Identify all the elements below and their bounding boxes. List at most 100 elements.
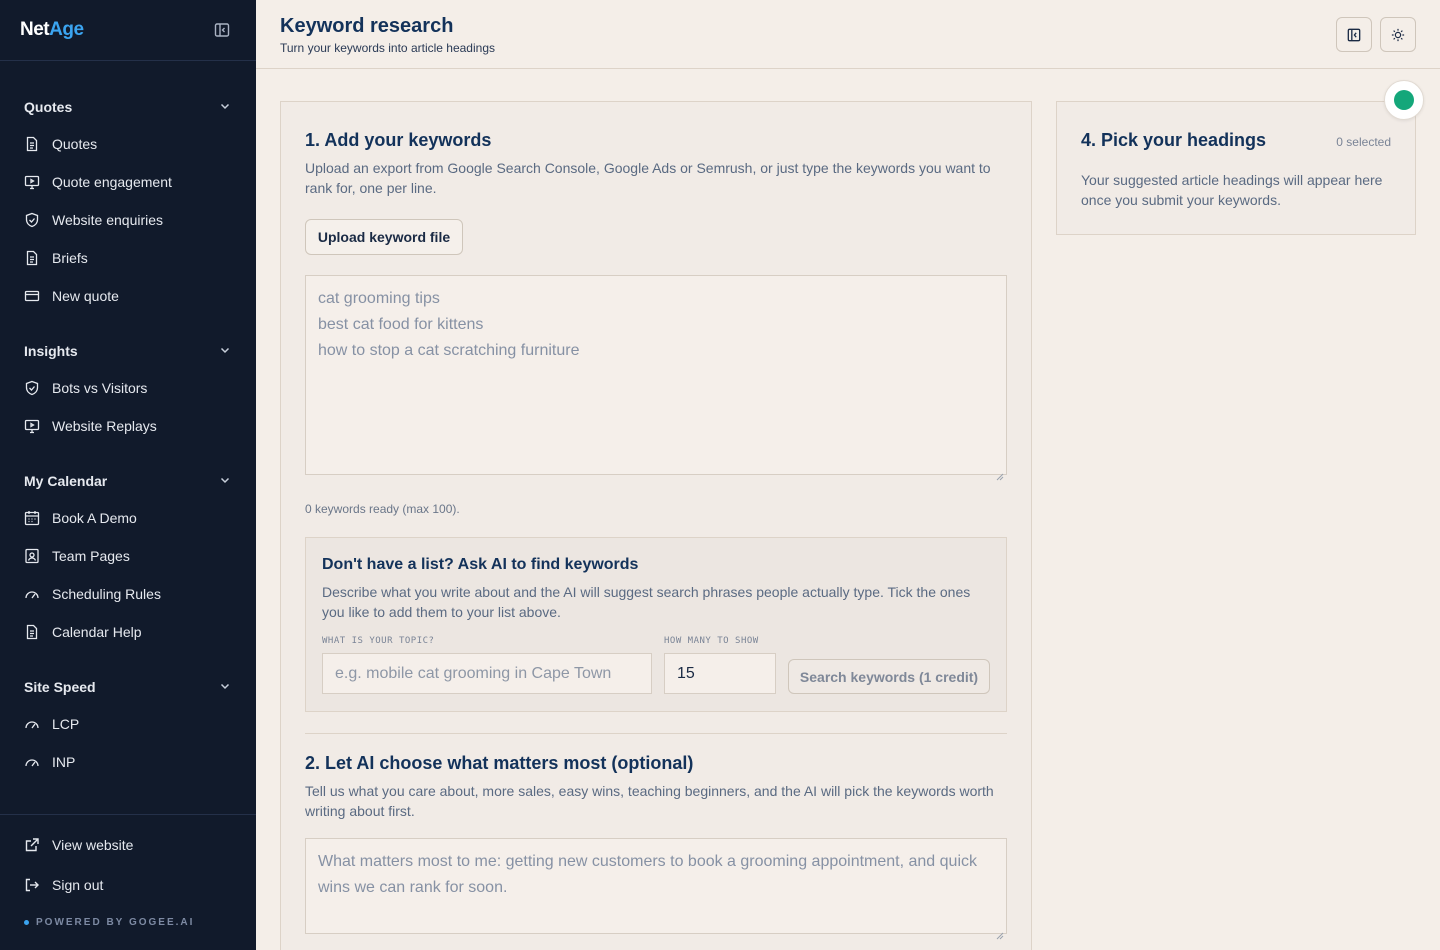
- sidebar-section-site-speed: Site Speed LCP INP: [0, 669, 256, 781]
- step2-description: Tell us what you care about, more sales,…: [305, 783, 994, 819]
- sidebar-item-lcp[interactable]: LCP: [0, 705, 256, 743]
- brand-logo-part1: Net: [20, 19, 50, 40]
- topic-input[interactable]: e.g. mobile cat grooming in Cape Town: [322, 653, 652, 694]
- sidebar-item-briefs[interactable]: Briefs: [0, 239, 256, 277]
- sidebar-section-header[interactable]: Quotes: [0, 89, 256, 125]
- sign-out-label: Sign out: [52, 877, 104, 893]
- headings-empty-text: Your suggested article headings will app…: [1081, 172, 1383, 208]
- sidebar-section-title: My Calendar: [24, 473, 108, 489]
- count-input[interactable]: 15: [664, 653, 776, 694]
- view-website-label: View website: [52, 837, 134, 853]
- keyword-count: 0 keywords ready (max 100).: [305, 502, 460, 516]
- brand-logo[interactable]: NetAge: [20, 19, 84, 41]
- sidebar-item-website-enquiries[interactable]: Website enquiries: [0, 201, 256, 239]
- chevron-down-icon: [218, 99, 232, 116]
- sidebar-nav: Quotes Quotes Quote engagement Website enqu…: [0, 61, 256, 781]
- sidebar-item-quote-engagement[interactable]: Quote engagement: [0, 163, 256, 201]
- sidebar-item-scheduling-rules[interactable]: Scheduling Rules: [0, 575, 256, 613]
- search-keywords-button[interactable]: Search keywords (1 credit): [788, 659, 990, 694]
- sidebar-item-label: Website Replays: [52, 418, 157, 434]
- topic-label: WHAT IS YOUR TOPIC?: [322, 636, 435, 646]
- gauge-icon: [24, 754, 40, 770]
- sidebar-item-label: New quote: [52, 288, 119, 304]
- panel-toggle-icon: [1347, 28, 1361, 41]
- sidebar-section-header[interactable]: Site Speed: [0, 669, 256, 705]
- sidebar-section-title: Insights: [24, 343, 78, 359]
- gauge-icon: [24, 716, 40, 732]
- keywords-textarea[interactable]: cat grooming tips best cat food for kitt…: [305, 275, 1007, 481]
- sign-out-link[interactable]: Sign out: [0, 865, 256, 905]
- brand-bar: NetAge: [0, 0, 256, 61]
- monitor-icon: [24, 174, 40, 190]
- keyword-input-card: 1. Add your keywords Upload an export fr…: [280, 101, 1032, 950]
- status-dot-icon: [1394, 90, 1414, 110]
- calendar-icon: [24, 510, 40, 526]
- page-subtitle: Turn your keywords into article headings: [280, 41, 495, 55]
- sign-out-icon: [25, 878, 39, 892]
- powered-by-label: POWERED BY GOGEE.AI: [36, 917, 195, 928]
- sidebar-section-header[interactable]: Insights: [0, 333, 256, 369]
- user-card-icon: [24, 548, 40, 564]
- theme-toggle-button[interactable]: [1380, 17, 1416, 52]
- headings-card: 4. Pick your headings 0 selected Your su…: [1056, 101, 1416, 235]
- priorities-textarea[interactable]: What matters most to me: getting new cus…: [305, 838, 1007, 940]
- ai-finder-title: Don't have a list? Ask AI to find keywor…: [322, 556, 639, 573]
- chevron-down-icon: [218, 473, 232, 490]
- step1-description: Upload an export from Google Search Cons…: [305, 160, 991, 196]
- sun-icon: [1391, 28, 1405, 41]
- step2-title: 2. Let AI choose what matters most (opti…: [305, 753, 694, 773]
- sidebar-item-label: Quote engagement: [52, 174, 172, 190]
- brand-logo-part2: Age: [49, 19, 84, 40]
- upload-keyword-file-button[interactable]: Upload keyword file: [305, 219, 463, 255]
- page-title: Keyword research: [280, 15, 454, 37]
- sidebar-item-book-a-demo[interactable]: Book A Demo: [0, 499, 256, 537]
- shield-icon: [24, 380, 40, 396]
- sidebar-item-label: Scheduling Rules: [52, 586, 161, 602]
- sidebar-item-label: LCP: [52, 716, 80, 732]
- section-divider: [305, 733, 1007, 734]
- sidebar-footer: View website Sign out POWERED BY GOGEE.A…: [0, 814, 256, 928]
- status-indicator[interactable]: [1384, 80, 1424, 120]
- step1-title: 1. Add your keywords: [305, 130, 492, 150]
- external-link-icon: [25, 838, 39, 852]
- chevron-down-icon: [218, 679, 232, 696]
- document-icon: [24, 250, 40, 266]
- card-icon: [24, 288, 40, 304]
- count-label: HOW MANY TO SHOW: [664, 636, 759, 646]
- shield-icon: [24, 212, 40, 228]
- top-bar: Keyword research Turn your keywords into…: [256, 0, 1440, 69]
- powered-dot-icon: [24, 920, 29, 925]
- view-website-link[interactable]: View website: [0, 825, 256, 865]
- sidebar-section-quotes: Quotes Quotes Quote engagement Website enqu…: [0, 89, 256, 315]
- sidebar: NetAge Quotes Quotes Quote engagement Websi…: [0, 0, 256, 950]
- document-icon: [24, 624, 40, 640]
- sidebar-item-quotes[interactable]: Quotes: [0, 125, 256, 163]
- sidebar-section-insights: Insights Bots vs Visitors Website Replays: [0, 333, 256, 445]
- sidebar-item-team-pages[interactable]: Team Pages: [0, 537, 256, 575]
- sidebar-item-label: Briefs: [52, 250, 88, 266]
- sidebar-collapse-icon[interactable]: [214, 22, 230, 38]
- sidebar-item-inp[interactable]: INP: [0, 743, 256, 781]
- sidebar-section-title: Quotes: [24, 99, 73, 115]
- sidebar-section-my-calendar: My Calendar Book A Demo Team Pages Scheduli…: [0, 463, 256, 651]
- step4-title: 4. Pick your headings: [1081, 130, 1267, 150]
- sidebar-section-header[interactable]: My Calendar: [0, 463, 256, 499]
- panel-toggle-button[interactable]: [1336, 17, 1372, 52]
- resize-handle-icon[interactable]: [996, 464, 1004, 481]
- selected-count: 0 selected: [1336, 135, 1391, 149]
- sidebar-section-title: Site Speed: [24, 679, 96, 695]
- ai-keyword-finder: Don't have a list? Ask AI to find keywor…: [305, 537, 1007, 712]
- sidebar-item-label: Book A Demo: [52, 510, 137, 526]
- sidebar-item-label: Bots vs Visitors: [52, 380, 148, 396]
- sidebar-item-new-quote[interactable]: New quote: [0, 277, 256, 315]
- ai-finder-description: Describe what you write about and the AI…: [322, 584, 971, 620]
- document-icon: [24, 136, 40, 152]
- sidebar-item-bots-vs-visitors[interactable]: Bots vs Visitors: [0, 369, 256, 407]
- sidebar-item-calendar-help[interactable]: Calendar Help: [0, 613, 256, 651]
- resize-handle-icon[interactable]: [996, 923, 1004, 940]
- gauge-icon: [24, 586, 40, 602]
- sidebar-item-website-replays[interactable]: Website Replays: [0, 407, 256, 445]
- sidebar-item-label: Calendar Help: [52, 624, 142, 640]
- sidebar-item-label: INP: [52, 754, 76, 770]
- chevron-down-icon: [218, 343, 232, 360]
